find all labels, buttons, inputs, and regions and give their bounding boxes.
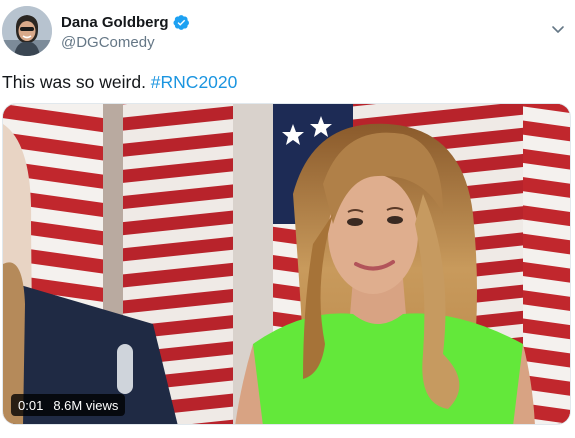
- verified-badge-icon: [173, 14, 190, 31]
- author-handle[interactable]: @DGComedy: [61, 34, 190, 51]
- tweet-text: This was so weird. #RNC2020: [2, 72, 237, 93]
- chevron-down-icon[interactable]: [549, 20, 567, 38]
- display-name-row: Dana Goldberg: [61, 12, 190, 32]
- tweet-card: Dana Goldberg @DGComedy This was so weir…: [0, 0, 575, 438]
- video-meta-badge: 0:01 8.6M views: [11, 394, 126, 416]
- author-names: Dana Goldberg @DGComedy: [61, 12, 190, 51]
- avatar[interactable]: [2, 6, 52, 56]
- video-player[interactable]: 0:01 8.6M views: [2, 103, 571, 425]
- video-time: 0:01: [18, 397, 44, 413]
- tweet-header: Dana Goldberg @DGComedy: [2, 6, 573, 56]
- display-name[interactable]: Dana Goldberg: [61, 14, 169, 31]
- hashtag-link[interactable]: #RNC2020: [151, 72, 238, 92]
- video-views: 8.6M views: [53, 397, 119, 413]
- video-frame: [3, 104, 570, 424]
- tweet-body: This was so weird.: [2, 72, 151, 92]
